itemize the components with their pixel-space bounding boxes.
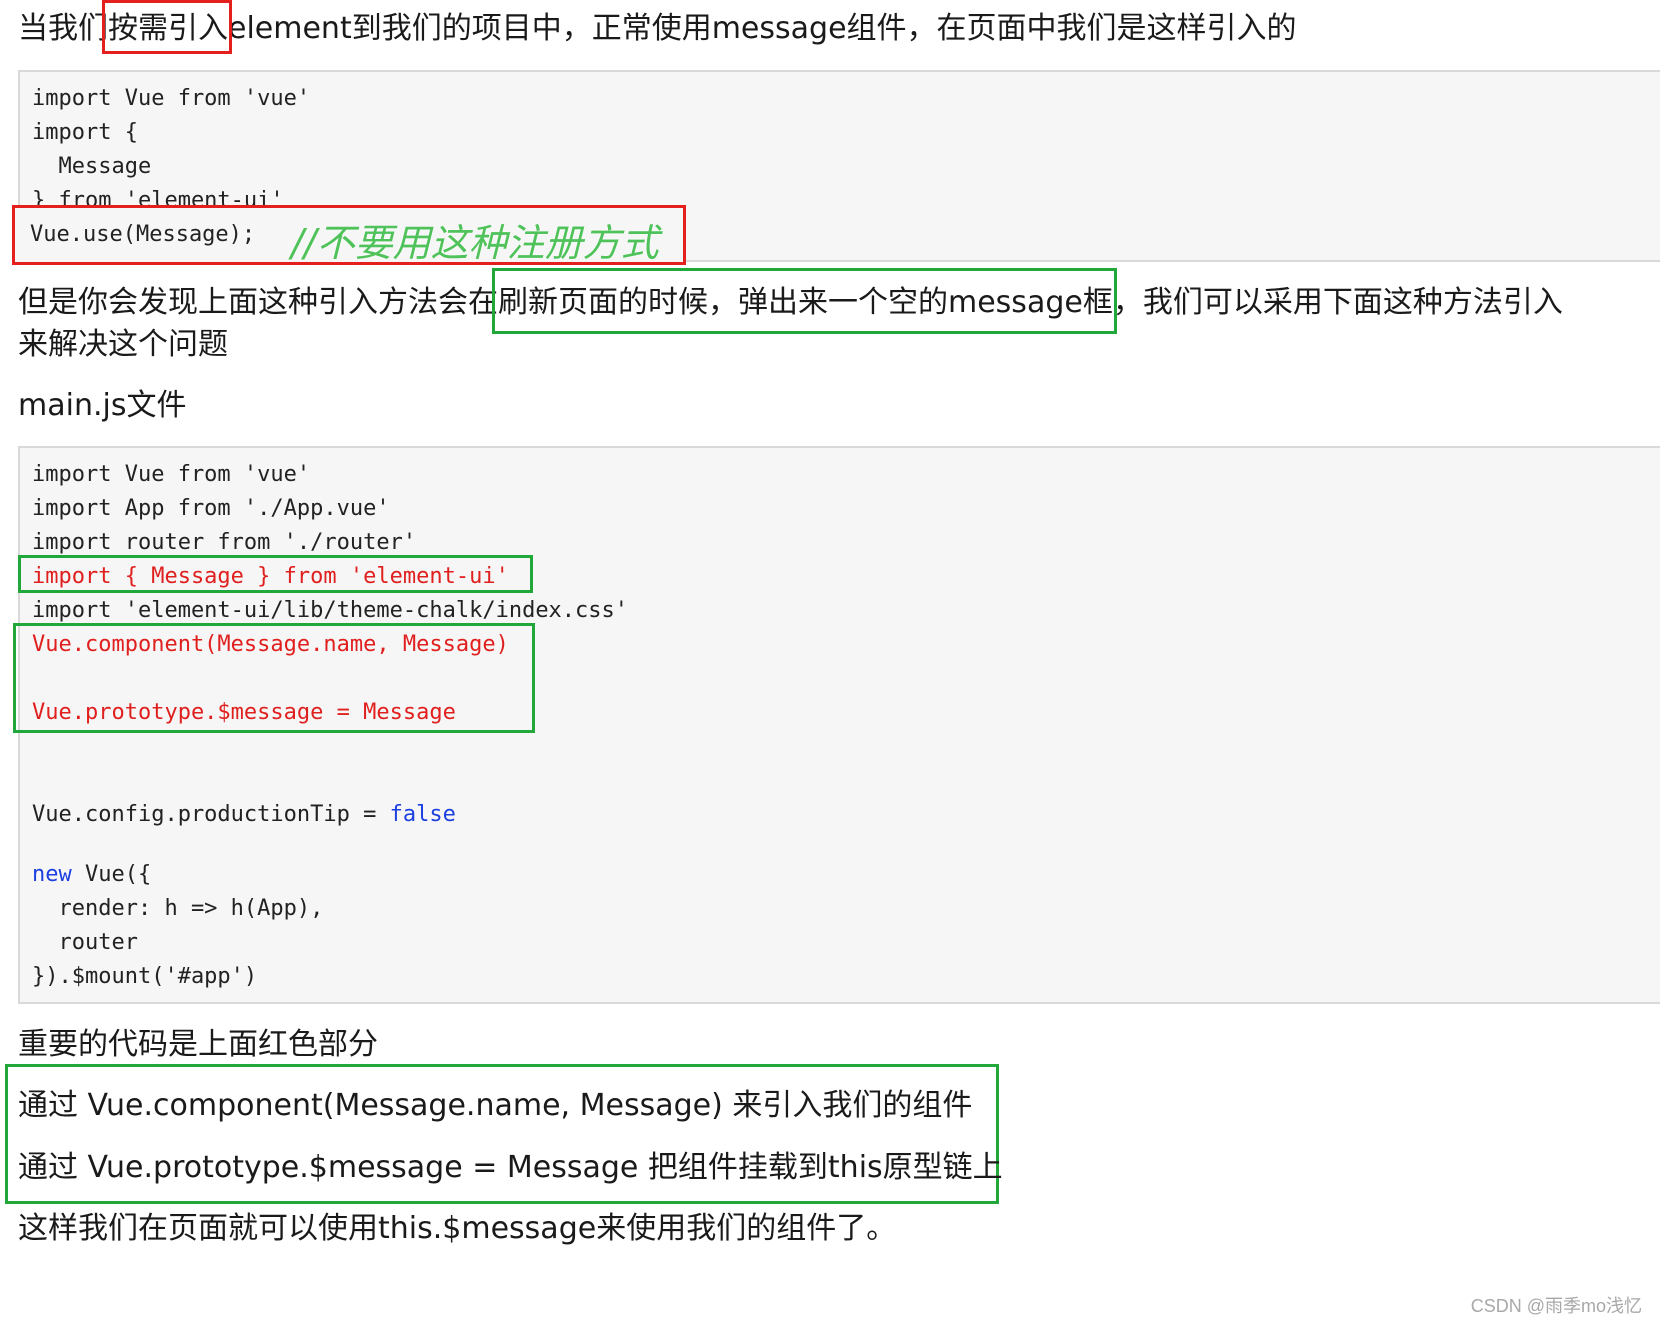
code-line: import Vue from 'vue' — [32, 462, 311, 487]
intro-text-end: element到我们的项目中，正常使用message组件，在页面中我们是这样引入… — [228, 11, 1297, 46]
summary-item-component: 通过 Vue.component(Message.name, Message) … — [18, 1088, 973, 1123]
summary-item-prototype: 通过 Vue.prototype.$message = Message 把组件挂… — [18, 1150, 1003, 1185]
highlight-box-vue-use: Vue.use(Message); //不要用这种注册方式 — [12, 205, 686, 265]
code-line: import { — [32, 120, 138, 145]
section-title: main.js文件 — [18, 388, 187, 423]
watermark: CSDN @雨季mo浅忆 — [1470, 1296, 1642, 1316]
code-line: import router from './router' — [32, 530, 417, 555]
code-line: import App from './App.vue' — [32, 496, 390, 521]
conclusion-text: 这样我们在页面就可以使用this.$message来使用我们的组件了。 — [18, 1211, 897, 1246]
annotation-do-not-use: //不要用这种注册方式 — [291, 221, 659, 265]
highlight-box-import-message — [18, 555, 533, 593]
code-line: import 'element-ui/lib/theme-chalk/index… — [32, 598, 629, 623]
problem-paragraph-line2: 来解决这个问题 — [18, 327, 228, 362]
code-line-production-tip: Vue.config.productionTip = false — [32, 800, 456, 830]
highlight-box-register-component — [13, 623, 535, 733]
code-line-new-vue: new Vue({ — [32, 860, 151, 890]
code-line: Message — [32, 154, 152, 179]
summary-heading: 重要的代码是上面红色部分 — [18, 1027, 378, 1062]
highlight-box-on-demand — [102, 0, 232, 54]
code-line: router — [32, 930, 138, 955]
new-vue-text: Vue({ — [71, 862, 152, 887]
new-keyword: new — [32, 862, 72, 887]
problem-text-start: 但是你会发现上面这种引入方法会在 — [18, 285, 498, 320]
code-line: render: h => h(App), — [32, 896, 324, 921]
code-line: }).$mount('#app') — [32, 964, 258, 989]
false-keyword: false — [389, 802, 456, 827]
problem-text-end: ，我们可以采用下面这种方法引入 — [1112, 285, 1563, 320]
code-line: import Vue from 'vue' — [32, 86, 311, 111]
production-tip-text: Vue.config.productionTip = — [32, 802, 390, 827]
highlight-box-refresh-issue — [492, 268, 1117, 334]
code-line-vue-use-overlay: Vue.use(Message); — [30, 222, 256, 247]
intro-text-start: 当我们 — [18, 11, 108, 46]
